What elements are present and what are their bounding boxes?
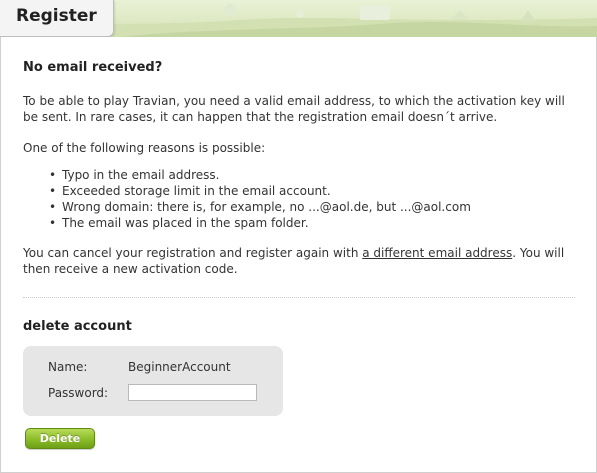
different-email-link[interactable]: a different email address <box>362 246 512 260</box>
header-banner: Register <box>0 0 597 37</box>
no-email-heading: No email received? <box>23 60 163 75</box>
delete-account-form: Name: BeginnerAccount Password: <box>23 346 283 416</box>
delete-account-heading: delete account <box>23 319 132 334</box>
divider <box>23 297 575 298</box>
list-item: Typo in the email address. <box>49 167 471 183</box>
page-title: Register <box>16 6 97 26</box>
name-value: BeginnerAccount <box>128 360 231 374</box>
cancel-registration-paragraph: You can cancel your registration and reg… <box>23 245 575 277</box>
name-label: Name: <box>48 360 88 374</box>
reasons-list: Typo in the email address. Exceeded stor… <box>49 167 471 231</box>
title-tab: Register <box>0 0 114 37</box>
main-content: No email received? To be able to play Tr… <box>23 60 575 449</box>
paragraph-text: You can cancel your registration and reg… <box>23 246 363 260</box>
list-item: The email was placed in the spam folder. <box>49 215 471 231</box>
list-item: Wrong domain: there is, for example, no … <box>49 199 471 215</box>
password-input[interactable] <box>128 384 257 401</box>
password-label: Password: <box>48 386 109 400</box>
list-item: Exceeded storage limit in the email acco… <box>49 183 471 199</box>
reasons-intro: One of the following reasons is possible… <box>23 141 266 155</box>
delete-button[interactable]: Delete <box>25 428 95 449</box>
intro-paragraph: To be able to play Travian, you need a v… <box>23 94 565 124</box>
